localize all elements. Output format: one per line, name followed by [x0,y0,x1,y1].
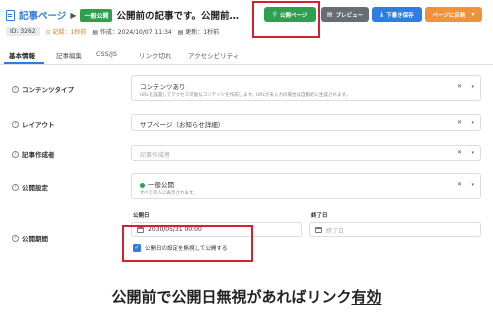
author-placeholder: 記事作成者 [140,152,171,159]
tab-css-js[interactable]: CSS/JS [96,50,117,58]
visibility-label: ? 公開設定 [12,182,48,192]
preview-label: プレビュー [335,12,364,19]
page-apply-button[interactable]: ページに反映 ▾ [425,7,482,22]
breadcrumb-link[interactable]: 記事ページ [19,8,66,22]
tab-accessibility[interactable]: アクセシビリティ [188,50,239,60]
active-tab-indicator [4,62,44,64]
status-dot-icon [140,182,145,188]
tab-basic-info[interactable]: 基本情報 [9,50,35,60]
highlight-box-ignore-date [122,225,253,262]
updated-at: ▤ 更新：1秒前 [177,28,220,36]
header-title-row: 記事ページ ▶ 一般公開 公開前の記事です。公開前の記事ページ [6,6,241,24]
author-select[interactable]: 記事作成者 ✕ ▾ [131,145,481,161]
chevron-down-icon: ▾ [471,11,475,18]
save-draft-label: 下書き保存 [386,12,414,19]
visibility-value: 一般公開 [140,179,174,189]
content-type-select[interactable]: コンテンツあり URLを設置してアクセス可能なコンテンツを作成します。URLが未… [131,75,481,101]
clear-icon[interactable]: ✕ [457,119,462,126]
end-date-placeholder: 終了日 [326,228,345,235]
save-draft-button[interactable]: ⤓ 下書き保存 [372,7,422,22]
content-type-help: URLを設置してアクセス可能なコンテンツを作成します。URLが未入力の場合は自動… [140,93,351,98]
layout-value: サブページ（お知らせ詳細） [140,121,225,129]
chevron-down-icon[interactable]: ▾ [471,150,474,156]
document-icon [6,9,15,21]
content-type-label-text: コンテンツタイプ [22,86,74,94]
chevron-down-icon[interactable]: ▾ [471,84,474,90]
chevron-down-icon[interactable]: ▾ [471,120,474,126]
visibility-label-text: 公開設定 [22,184,48,192]
preview-button[interactable]: ▤ プレビュー [321,7,369,22]
preview-icon: ▤ [326,11,333,18]
caption-text: 公開前で公開日無視があればリンク [111,288,352,306]
created-at: ▤ 作成：2024/10/07 11:34 [92,28,172,36]
chevron-down-icon[interactable]: ▾ [471,182,474,188]
help-icon: ? [12,183,19,191]
clear-icon[interactable]: ✕ [457,181,462,188]
visibility-value-text: 一般公開 [148,181,174,189]
calendar-icon [315,227,322,233]
breadcrumb-separator-icon: ▶ [70,10,77,20]
layout-select[interactable]: サブページ（お知らせ詳細） ✕ ▾ [131,114,481,131]
help-icon: ? [12,150,19,158]
help-icon: ? [12,234,19,242]
help-icon: ? [12,120,19,128]
clear-icon[interactable]: ✕ [457,149,462,156]
caption-emphasis: 有効 [351,288,382,306]
visibility-select[interactable]: 一般公開 すべての人に表示されます。 ✕ ▾ [131,173,481,199]
clear-icon[interactable]: ✕ [457,83,462,90]
author-label-text: 記事作成者 [22,151,55,159]
visibility-help: すべての人に表示されます。 [140,191,198,196]
page-title: 公開前の記事です。公開前の記事ページ [116,11,241,22]
end-date-label: 終了日 [311,213,328,219]
header: 記事ページ ▶ 一般公開 公開前の記事です。公開前の記事ページ ⚲ 公開ページ … [0,0,493,46]
header-meta-row: ID: 3262 ⊙ 記録：1秒前 ▤ 作成：2024/10/07 11:34 … [6,25,225,37]
tab-article-edit[interactable]: 記事編集 [56,50,82,60]
highlight-box-public-page [252,1,320,38]
layout-label: ? レイアウト [12,119,55,129]
period-label-text: 公開期間 [22,235,48,243]
tab-broken-links[interactable]: リンク切れ [139,50,172,60]
help-icon: ? [12,85,19,93]
content-type-value: コンテンツあり [140,83,186,91]
tab-bar: 基本情報 記事編集 CSS/JS リンク切れ アクセシビリティ [0,46,493,65]
content-type-label: ? コンテンツタイプ [12,84,74,94]
record-status: ⊙ 記録：1秒前 [45,28,87,36]
layout-label-text: レイアウト [22,121,55,129]
save-icon: ⤓ [380,10,384,18]
id-badge: ID: 3262 [6,26,40,36]
caption: 公開前で公開日無視があればリンク有効 [0,286,493,307]
end-date-input[interactable]: 終了日 [309,222,481,237]
start-date-label: 公開日 [133,213,150,219]
author-label: ? 記事作成者 [12,149,55,159]
editor-screen: 記事ページ ▶ 一般公開 公開前の記事です。公開前の記事ページ ⚲ 公開ページ … [0,0,493,262]
period-label: ? 公開期間 [12,233,48,243]
page-apply-label: ページに反映 [432,12,466,19]
status-badge: 一般公開 [80,8,113,22]
